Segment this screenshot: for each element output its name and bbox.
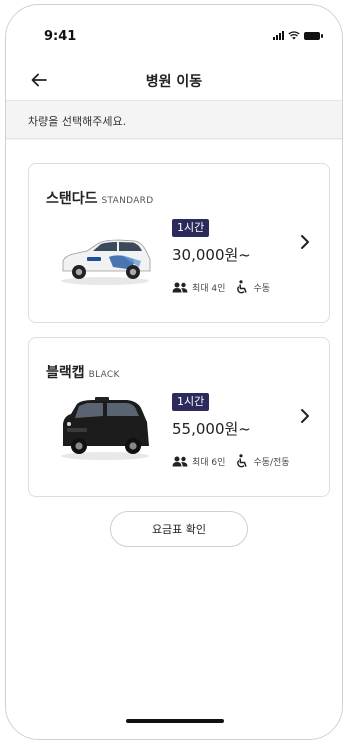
standard-suv-image [61,239,151,285]
vehicle-card-black[interactable]: 블랙캡 BLACK 1시간 55,000원~ 최대 6인 수동/전동 [28,337,330,497]
home-indicator[interactable] [126,719,224,723]
wheelchair-text: 수동 [253,283,270,294]
capacity-info: 최대 4인 [172,281,225,294]
phone-frame: 9:41 병원 이동 차량을 선택해주세요. 스탠다드 STANDARD 1시간… [5,4,343,740]
vehicle-name-en: BLACK [88,370,120,380]
vehicle-name-en: STANDARD [101,196,154,206]
fare-table-button[interactable]: 요금표 확인 [110,511,248,547]
people-icon [172,282,188,292]
instruction-text: 차량을 선택해주세요. [6,101,342,139]
chevron-right-icon [301,409,309,423]
duration-badge: 1시간 [172,219,210,237]
vehicle-meta: 최대 4인 수동 [172,280,280,294]
battery-icon [304,31,323,40]
duration-badge: 1시간 [172,393,210,411]
price-text: 55,000원~ [172,420,251,438]
status-bar: 9:41 [6,5,342,61]
page-title: 병원 이동 [145,74,203,90]
main-content: 차량을 선택해주세요. 스탠다드 STANDARD 1시간 30,000원~ 최… [6,101,342,739]
wheelchair-info: 수동/전동 [235,454,290,468]
capacity-info: 최대 6인 [172,455,225,468]
wheelchair-info: 수동 [235,280,270,294]
wheelchair-icon [237,280,248,294]
wheelchair-text: 수동/전동 [253,457,290,468]
wheelchair-icon [237,454,248,468]
people-icon [172,456,188,466]
chevron-right-icon [301,235,309,249]
signal-icon [273,31,284,40]
vehicle-name: 블랙캡 BLACK [46,365,120,381]
status-icons [273,31,323,40]
capacity-text: 최대 4인 [192,283,226,294]
capacity-text: 최대 6인 [192,457,226,468]
vehicle-name: 스탠다드 STANDARD [46,191,154,207]
vehicle-card-standard[interactable]: 스탠다드 STANDARD 1시간 30,000원~ 최대 4인 수동 [28,163,330,323]
price-text: 30,000원~ [172,246,251,264]
black-cab-image [61,397,149,460]
top-navigation-bar: 병원 이동 [6,61,342,101]
status-time: 9:41 [44,29,77,44]
wifi-icon [288,31,300,40]
vehicle-meta: 최대 6인 수동/전동 [172,454,300,468]
vehicle-list: 스탠다드 STANDARD 1시간 30,000원~ 최대 4인 수동 블랙캡 … [6,140,342,739]
